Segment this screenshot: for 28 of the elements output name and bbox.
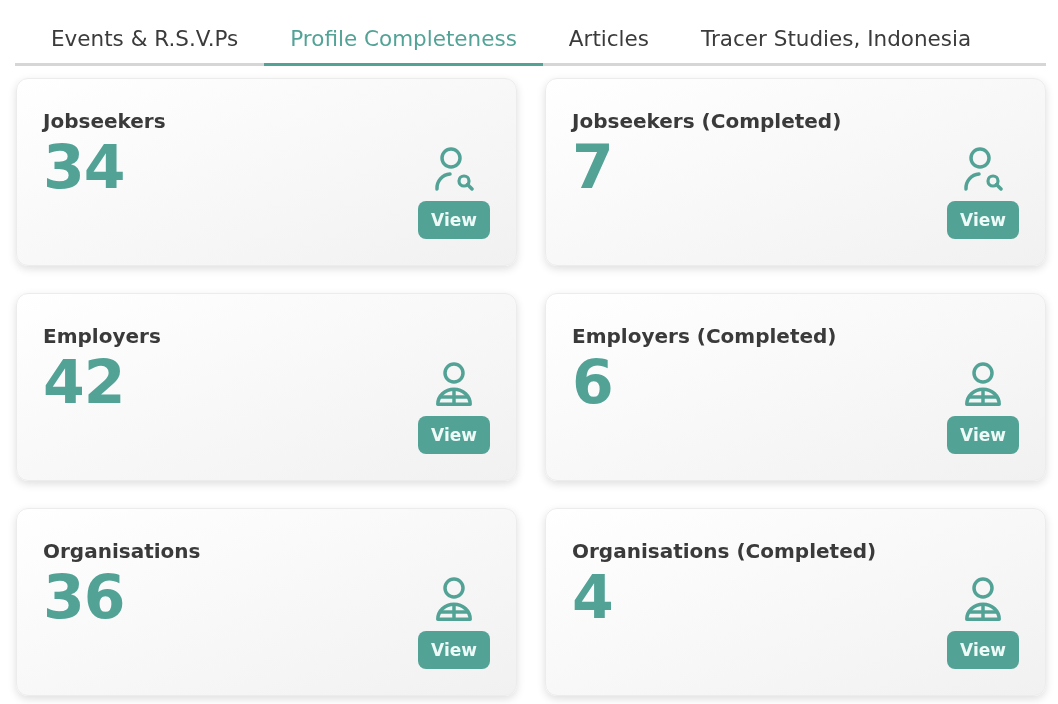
view-button[interactable]: View bbox=[418, 201, 490, 239]
card-title: Employers bbox=[43, 323, 161, 349]
count-value: 34 bbox=[43, 136, 126, 198]
tab[interactable]: Articles bbox=[542, 18, 676, 66]
user-icon bbox=[965, 362, 1002, 406]
view-button[interactable]: View bbox=[418, 631, 490, 669]
view-button[interactable]: View bbox=[947, 631, 1019, 669]
view-button[interactable]: View bbox=[947, 201, 1019, 239]
user-icon bbox=[436, 362, 473, 406]
view-button[interactable]: View bbox=[418, 416, 490, 454]
user-icon bbox=[965, 577, 1002, 621]
tab[interactable]: Tracer Studies, Indonesia bbox=[675, 18, 998, 66]
user-icon bbox=[436, 577, 473, 621]
user-search-icon bbox=[963, 147, 1004, 191]
card-title: Organisations bbox=[43, 538, 201, 564]
count-value: 4 bbox=[572, 566, 614, 628]
card-title: Jobseekers bbox=[43, 108, 166, 134]
user-search-icon bbox=[434, 147, 475, 191]
view-button[interactable]: View bbox=[947, 416, 1019, 454]
count-value: 42 bbox=[43, 351, 126, 413]
tab[interactable]: Events & R.S.V.Ps bbox=[25, 18, 265, 66]
card-title: Organisations (Completed) bbox=[572, 538, 877, 564]
card-title: Jobseekers (Completed) bbox=[572, 108, 842, 134]
card-title: Employers (Completed) bbox=[572, 323, 837, 349]
tab[interactable]: Profile Completeness bbox=[264, 18, 543, 66]
count-value: 6 bbox=[572, 351, 614, 413]
count-value: 36 bbox=[43, 566, 126, 628]
count-value: 7 bbox=[572, 136, 614, 198]
